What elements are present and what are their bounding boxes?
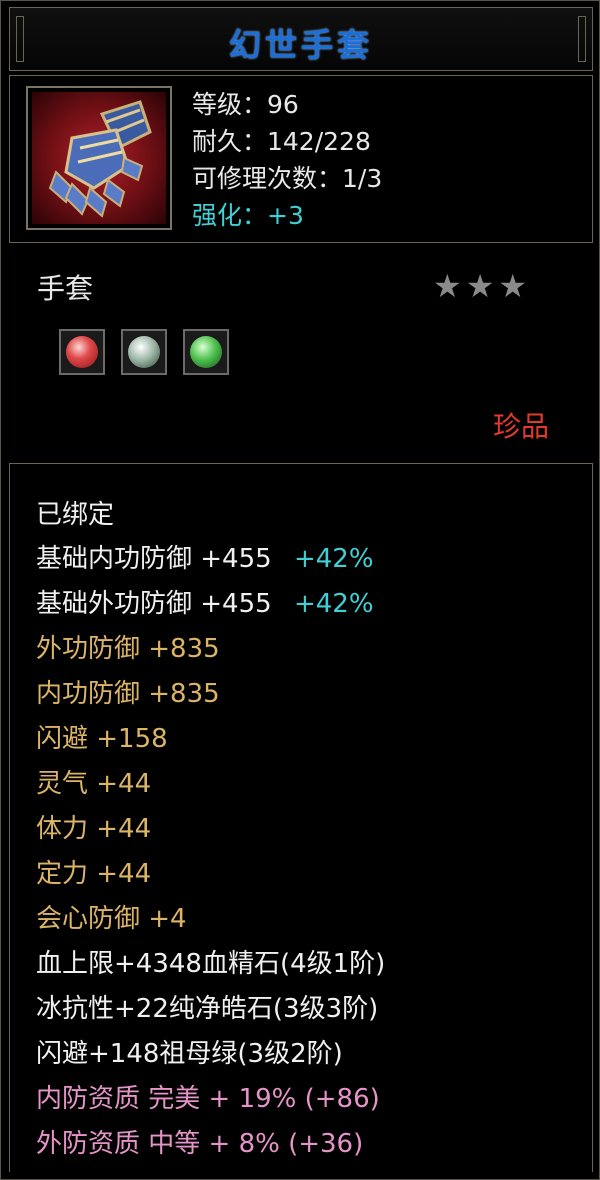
bound-status: 已绑定 (36, 500, 115, 530)
gauntlet-icon (32, 92, 166, 224)
item-icon-frame (26, 86, 172, 230)
base-inner-defense-value: 基础内功防御 +455 (36, 544, 272, 574)
crit-defense: 会心防御 +4 (36, 904, 187, 934)
pure-diamond-gem-icon (121, 329, 167, 375)
title-bar: 幻世手套 (9, 7, 593, 71)
stamina: 体力 +44 (36, 814, 152, 844)
emerald-gem-icon (183, 329, 229, 375)
durability-text: 耐久：142/228 (192, 127, 371, 156)
outer-defense: 外功防御 +835 (36, 634, 220, 664)
gem-bonus-diamond: 冰抗性+22纯净皓石(3级3阶) (36, 994, 379, 1024)
repair-count-text: 可修理次数：1/3 (192, 164, 383, 193)
focus: 定力 +44 (36, 859, 152, 889)
inner-defense: 内功防御 +835 (36, 679, 220, 709)
item-tooltip: 幻世手套 等级：96 耐久：142/228 可修理次数：1/3 强化：+3 手套… (0, 0, 600, 1180)
outer-quality: 外防资质 中等 + 8% (+36) (36, 1129, 364, 1159)
base-outer-defense-bonus: +42% (293, 589, 374, 619)
enhance-text: 强化：+3 (192, 201, 304, 230)
level-text: 等级：96 (192, 90, 299, 119)
item-header: 等级：96 耐久：142/228 可修理次数：1/3 强化：+3 (9, 75, 593, 243)
attribute-panel: 已绑定 基础内功防御 +455 +42% 基础外功防御 +455 +42% 外功… (9, 463, 593, 1172)
blood-essence-gem-icon (59, 329, 105, 375)
dodge: 闪避 +158 (36, 724, 168, 754)
item-name: 幻世手套 (228, 26, 373, 64)
base-inner-defense: 基础内功防御 +455 +42% (36, 538, 374, 575)
base-inner-defense-bonus: +42% (293, 544, 374, 574)
item-type: 手套 (37, 272, 94, 305)
item-stats: 等级：96 耐久：142/228 可修理次数：1/3 强化：+3 (192, 86, 382, 234)
star-rating: ★★★ (433, 267, 532, 305)
base-outer-defense-value: 基础外功防御 +455 (36, 589, 272, 619)
gem-bonus-emerald: 闪避+148祖母绿(3级2阶) (36, 1039, 343, 1069)
inner-quality: 内防资质 完美 + 19% (+86) (36, 1084, 380, 1114)
spirit: 灵气 +44 (36, 769, 152, 799)
gem-bonus-blood: 血上限+4348血精石(4级1阶) (36, 949, 386, 979)
rarity-label: 珍品 (493, 410, 550, 443)
base-outer-defense: 基础外功防御 +455 +42% (36, 583, 374, 620)
